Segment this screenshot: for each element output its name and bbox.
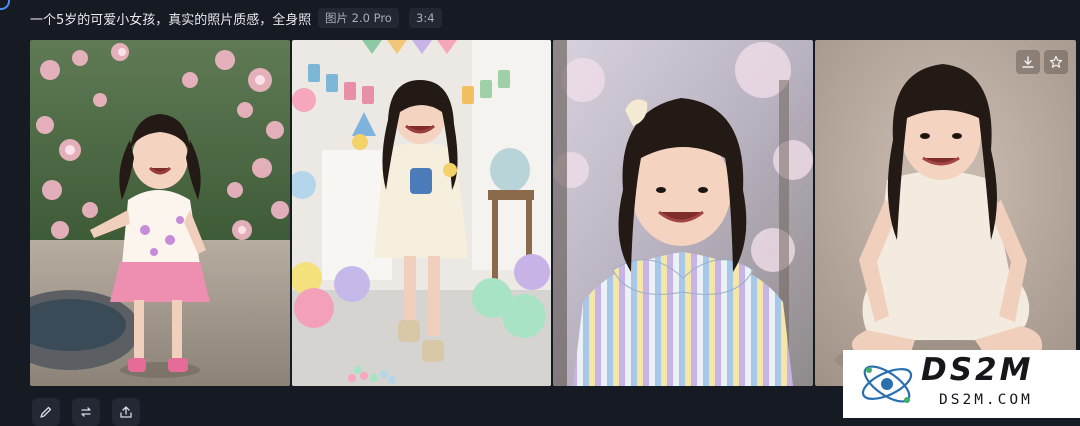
action-toolbar: [32, 398, 140, 426]
edit-icon: [40, 406, 52, 418]
image-tile-3[interactable]: [553, 40, 813, 386]
model-tag: 图片 2.0 Pro: [318, 8, 399, 28]
tile-actions: [1016, 50, 1068, 74]
watermark-name: DS2M: [921, 352, 1034, 388]
edit-button[interactable]: [32, 398, 60, 426]
share-icon: [120, 406, 132, 418]
prompt-bar: 一个5岁的可爱小女孩，真实的照片质感，全身照 图片 2.0 Pro 3:4: [0, 0, 1080, 36]
regenerate-button[interactable]: [72, 398, 100, 426]
ratio-tag: 3:4: [409, 8, 442, 28]
star-icon: [1049, 55, 1063, 68]
image-tile-4[interactable]: [815, 40, 1076, 386]
download-button[interactable]: [1016, 50, 1040, 74]
assistant-avatar: [0, 0, 10, 10]
prompt-text: 一个5岁的可爱小女孩，真实的照片质感，全身照: [30, 13, 312, 28]
photo-girl-birthday-balloons: [292, 40, 551, 386]
image-tile-1[interactable]: [30, 40, 290, 386]
watermark: DS2M DS2M.COM: [843, 350, 1080, 418]
favorite-button[interactable]: [1044, 50, 1068, 74]
photo-girl-sitting-studio: [815, 40, 1076, 386]
regenerate-icon: [81, 407, 91, 417]
watermark-domain: DS2M.COM: [939, 392, 1033, 408]
share-button[interactable]: [112, 398, 140, 426]
image-gallery: [30, 40, 1076, 386]
photo-girl-garden-pink-skirt: [30, 40, 290, 386]
image-tile-2[interactable]: [292, 40, 551, 386]
photo-girl-striped-dress-portrait: [553, 40, 813, 386]
download-icon: [1022, 56, 1034, 68]
watermark-logo-icon: [861, 365, 913, 403]
